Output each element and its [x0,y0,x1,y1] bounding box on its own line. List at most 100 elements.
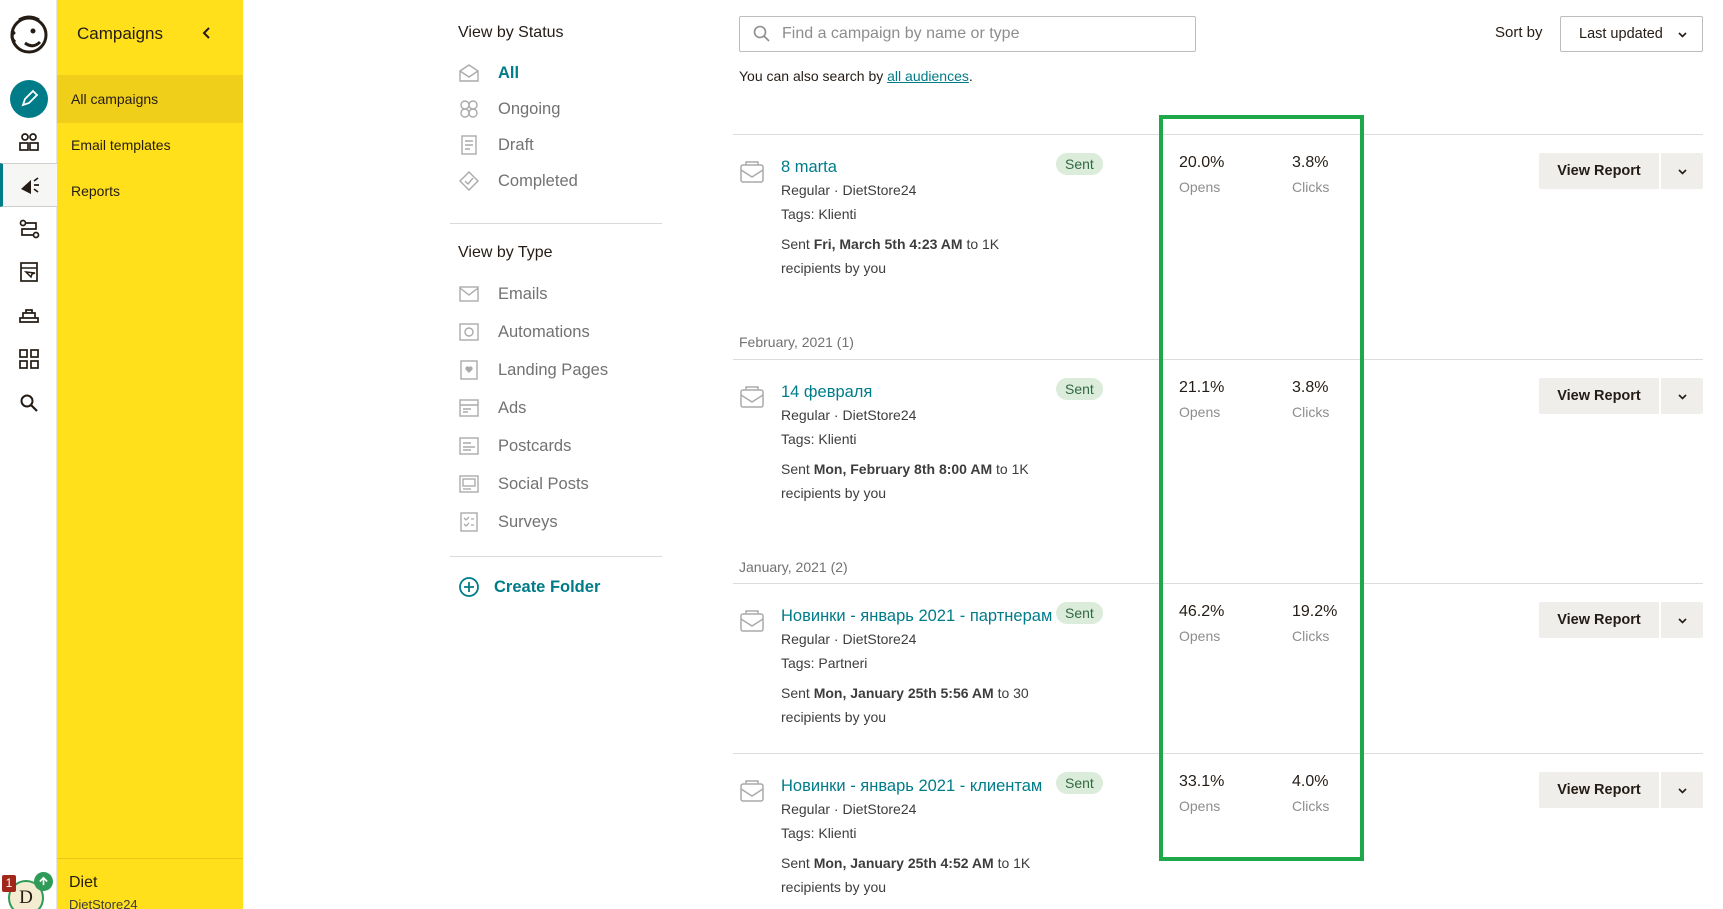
ads-icon [459,399,479,417]
opens-label: Opens [1179,798,1221,814]
opens-stat: 21.1% Opens [1179,379,1224,420]
campaign-name-link[interactable]: 14 февраля [781,383,872,402]
type-filter-label: Social Posts [498,474,589,493]
status-filter-label: Ongoing [498,99,561,118]
content-studio-icon[interactable] [0,294,57,338]
clicks-stat: 3.8% Clicks [1292,154,1329,195]
status-badge: Sent [1056,153,1103,175]
opens-stat: 33.1% Opens [1179,773,1224,814]
campaigns-megaphone-icon[interactable] [0,163,57,207]
campaign-name-link[interactable]: Новинки - январь 2021 - партнерам [781,607,1052,626]
filter-divider [450,223,662,224]
type-filter-label: Surveys [498,512,558,531]
landing-page-icon [460,360,478,380]
type-filter-label: Emails [498,284,548,303]
create-pencil-icon[interactable] [9,80,48,118]
type-filter-postcards[interactable]: Postcards [458,431,571,461]
status-badge: Sent [1056,772,1103,794]
type-filter-surveys[interactable]: Surveys [458,507,558,537]
type-filter-social-posts[interactable]: Social Posts [458,469,589,499]
clicks-value: 19.2% [1292,603,1338,620]
type-filter-ads[interactable]: Ads [458,393,526,423]
status-filter-label: Draft [498,135,534,154]
automation-icon [459,323,479,341]
account-org: DietStore24 [69,897,138,909]
sent-suffix: to 1K [992,461,1029,477]
sent-suffix: to 30 [993,685,1029,701]
campaigns-nav-panel: Campaigns All campaigns Email templates … [57,0,243,909]
completed-check-icon [459,171,479,191]
clicks-stat: 3.8% Clicks [1292,379,1329,420]
report-options-dropdown[interactable] [1661,153,1703,189]
ongoing-icon [460,100,478,118]
status-filter-draft[interactable]: Draft [458,130,534,160]
clicks-label: Clicks [1292,404,1330,420]
opens-label: Opens [1179,404,1221,420]
chevron-down-icon [1677,787,1687,794]
sent-date: Mon, January 25th 4:52 AM [813,855,994,871]
sent-suffix: to 1K [962,236,1000,252]
campaign-name-link[interactable]: 8 marta [781,158,837,177]
view-report-button[interactable]: View Report [1539,772,1659,808]
all-audiences-link[interactable]: all audiences [887,68,969,84]
type-heading: View by Type [458,244,553,261]
chevron-down-icon [1677,168,1687,175]
create-folder-button[interactable]: Create Folder [458,576,600,598]
type-filter-landing-pages[interactable]: Landing Pages [458,355,608,385]
create-nav[interactable] [0,77,57,121]
sent-prefix: Sent [781,236,814,252]
status-filter-all[interactable]: All [458,58,519,88]
account-switcher[interactable]: Diet DietStore24 [57,858,243,909]
email-campaign-icon [740,610,764,632]
view-report-button[interactable]: View Report [1539,602,1659,638]
sent-date: Mon, February 8th 8:00 AM [813,461,993,477]
chevron-down-icon [1677,393,1687,400]
status-filter-label: Completed [498,171,578,190]
type-filter-label: Automations [498,322,590,341]
campaign-row: 8 marta Regular · DietStore24 Tags: Klie… [733,134,1703,304]
integrations-icon[interactable] [0,337,57,381]
campaign-name-link[interactable]: Новинки - январь 2021 - клиентам [781,777,1042,796]
campaign-sent-info: Sent Mon, February 8th 8:00 AM to 1K [781,461,1029,477]
search-icon[interactable] [0,381,57,425]
website-icon[interactable] [0,250,57,294]
opens-label: Opens [1179,179,1221,195]
nav-item-email-templates[interactable]: Email templates [57,121,243,169]
report-options-dropdown[interactable] [1661,602,1703,638]
collapse-chevron-icon[interactable] [198,24,216,42]
type-filter-emails[interactable]: Emails [458,279,548,309]
upgrade-arrow-icon[interactable] [34,872,53,891]
campaign-row: 14 февраля Regular · DietStore24 Tags: K… [733,359,1703,529]
sort-select[interactable]: Last updated [1560,16,1703,52]
report-options-dropdown[interactable] [1661,772,1703,808]
sent-date: Mon, January 25th 5:56 AM [813,685,994,701]
audience-icon[interactable] [0,120,57,164]
type-filter-label: Postcards [498,436,572,455]
view-report-button[interactable]: View Report [1539,153,1659,189]
status-filter-label: All [498,63,520,82]
account-avatar[interactable]: D 1 [2,872,53,909]
campaign-search[interactable] [739,16,1196,52]
status-filter-ongoing[interactable]: Ongoing [458,94,560,124]
search-hint-text: You can also search by [739,68,888,84]
report-options-dropdown[interactable] [1661,378,1703,414]
status-badge: Sent [1056,378,1103,400]
campaign-recipients: recipients by you [781,260,887,276]
type-filter-automations[interactable]: Automations [458,317,590,347]
campaign-type: Regular · DietStore24 [781,407,917,423]
search-hint: You can also search by all audiences. [739,68,973,84]
search-input[interactable] [782,25,1172,43]
campaign-tags: Tags: Klienti [781,206,857,222]
nav-item-reports[interactable]: Reports [57,167,243,215]
opens-value: 20.0% [1179,154,1225,171]
campaign-tags: Tags: Partneri [781,655,868,671]
status-filter-completed[interactable]: Completed [458,166,578,196]
view-report-button[interactable]: View Report [1539,378,1659,414]
filter-divider [450,556,662,557]
clicks-stat: 4.0% Clicks [1292,773,1329,814]
freddie-logo-icon[interactable] [5,12,51,58]
automations-icon[interactable] [0,207,57,251]
nav-item-all-campaigns[interactable]: All campaigns [57,75,243,123]
opens-stat: 46.2% Opens [1179,603,1224,644]
campaign-tags: Tags: Klienti [781,431,857,447]
